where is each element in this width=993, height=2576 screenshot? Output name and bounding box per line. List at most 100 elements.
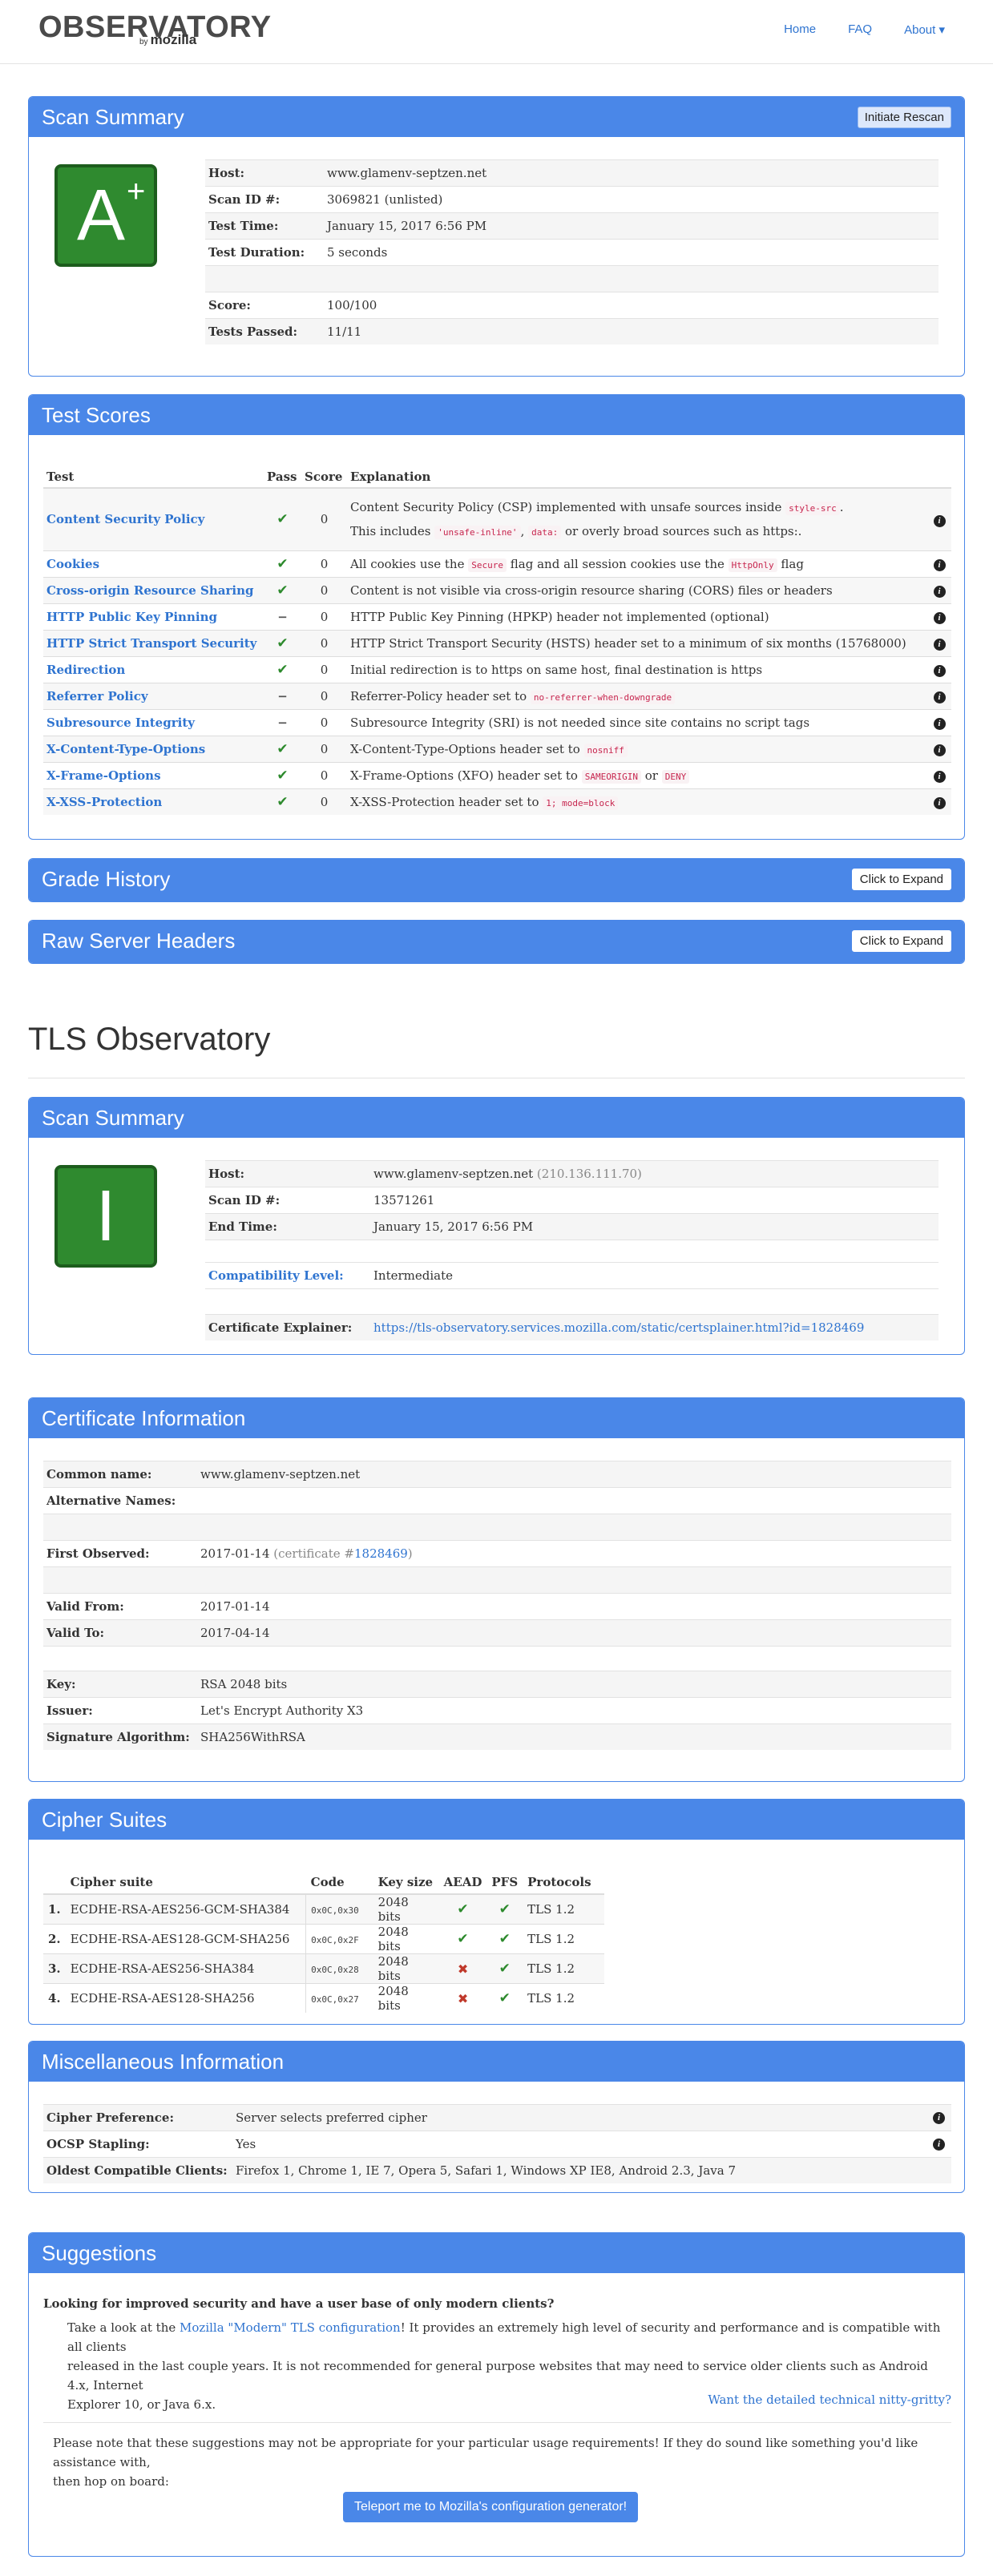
info-icon[interactable]: i — [933, 771, 946, 783]
info-icon[interactable]: i — [933, 586, 946, 598]
certificate-id-link[interactable]: 1828469 — [354, 1546, 408, 1561]
info-icon[interactable]: i — [933, 665, 946, 677]
test-name-link[interactable]: Referrer Policy — [46, 689, 148, 703]
info-icon[interactable]: i — [933, 691, 946, 703]
cipher-protocol: TLS 1.2 — [523, 1953, 604, 1984]
cipher-suites-header: Cipher Suites — [29, 1800, 964, 1840]
nav-about[interactable]: About ▾ — [904, 22, 945, 37]
info-icon[interactable]: i — [933, 718, 946, 730]
suggestion-note: Please note that these suggestions may n… — [53, 2433, 943, 2491]
nav-home[interactable]: Home — [784, 22, 816, 37]
suggestion-question: Looking for improved security and have a… — [43, 2296, 555, 2311]
check-icon: ✔ — [457, 1931, 469, 1947]
info-icon[interactable]: i — [933, 639, 946, 651]
grade-history-title: Grade History — [42, 867, 171, 891]
raw-headers-expand-button[interactable]: Click to Expand — [851, 930, 951, 952]
tls-scan-summary-title: Scan Summary — [42, 1106, 184, 1130]
col-pass: Pass — [264, 466, 301, 489]
cipher-protocol: TLS 1.2 — [523, 1924, 604, 1954]
table-row: Cookies ✔ 0 All cookies use the Secure flag… — [43, 550, 951, 577]
table-row: Content Security Policy ✔ 0 Content Secu… — [43, 487, 951, 550]
test-scores-header: Test Scores — [29, 395, 964, 435]
compatibility-level-link[interactable]: Compatibility Level: — [205, 1268, 373, 1283]
test-name-link[interactable]: Content Security Policy — [46, 512, 204, 526]
grade-history-expand-button[interactable]: Click to Expand — [851, 869, 951, 890]
grade-letter: A — [77, 175, 126, 256]
valid-to-value: 2017-04-14 — [200, 1626, 270, 1640]
cipher-index: 2. — [43, 1924, 66, 1954]
pass-dash-icon: − — [277, 715, 288, 730]
explanation-code: DENY — [661, 769, 690, 784]
test-name-link[interactable]: HTTP Strict Transport Security — [46, 636, 256, 651]
initiate-rescan-button[interactable]: Initiate Rescan — [857, 107, 951, 128]
cert-explainer-link[interactable]: https://tls-observatory.services.mozilla… — [373, 1320, 864, 1335]
valid-from-value: 2017-01-14 — [200, 1599, 270, 1614]
scan-summary-panel: Scan Summary Initiate Rescan A + Host: ww… — [28, 96, 965, 377]
explanation-text: Subresource Integrity (SRI) is not neede… — [350, 715, 810, 730]
cipher-index: 4. — [43, 1983, 66, 2013]
test-name-link[interactable]: Subresource Integrity — [46, 716, 195, 730]
test-name-link[interactable]: Cookies — [46, 557, 99, 571]
table-row: Referrer Policy −0 Referrer-Policy header … — [43, 682, 951, 709]
cipher-preference-value: Server selects preferred cipher — [236, 2110, 427, 2125]
test-name-link[interactable]: X-XSS-Protection — [46, 795, 162, 809]
csp-expl-period: . — [839, 500, 844, 515]
nitty-gritty-link[interactable]: Want the detailed technical nitty-gritty… — [708, 2390, 951, 2409]
summary-label: Scan ID #: — [208, 192, 281, 207]
summary-value: www.glamenv-septzen.net — [327, 166, 487, 180]
explanation-text: Initial redirection is to https on same … — [350, 662, 763, 677]
csp-expl-includes: This includes — [350, 524, 431, 539]
pass-check-icon: ✔ — [277, 740, 289, 757]
test-score: 0 — [301, 487, 347, 550]
test-name-link[interactable]: X-Frame-Options — [46, 768, 161, 783]
col-test: Test — [43, 466, 264, 489]
info-icon[interactable]: i — [933, 559, 946, 571]
test-name-link[interactable]: X-Content-Type-Options — [46, 742, 205, 756]
issuer-label: Issuer: — [46, 1703, 93, 1718]
modern-tls-config-link[interactable]: Mozilla "Modern" TLS configuration — [180, 2320, 401, 2335]
alt-names-label: Alternative Names: — [46, 1494, 176, 1508]
explanation-code: 1; mode=block — [543, 796, 619, 810]
table-row: HTTP Strict Transport Security ✔ 0 HTTP Str… — [43, 629, 951, 656]
test-score: 0 — [301, 708, 347, 736]
test-name-link[interactable]: Cross-origin Resource Sharing — [46, 583, 254, 598]
explanation-code: SAMEORIGIN — [581, 769, 641, 784]
col-score: Score — [301, 466, 347, 489]
suggestion-text: released in the last couple years. It is… — [67, 2359, 928, 2393]
note-text: Please note that these suggestions may n… — [53, 2436, 918, 2469]
test-score: 0 — [301, 629, 347, 656]
misc-info-header: Miscellaneous Information — [29, 2042, 964, 2082]
teleport-config-generator-button[interactable]: Teleport me to Mozilla's configuration g… — [343, 2492, 639, 2522]
cipher-code: 0x0C,0x28 — [311, 1965, 359, 1975]
test-scores-table: Test Pass Score Explanation Content Secu… — [43, 466, 951, 815]
cipher-code: 0x0C,0x27 — [311, 1994, 359, 2005]
explanation-code: HttpOnly — [728, 558, 777, 572]
info-icon[interactable]: i — [933, 744, 946, 756]
pass-check-icon: ✔ — [277, 635, 289, 651]
tls-summary-table: Host: www.glamenv-septzen.net (210.136.11… — [205, 1160, 939, 1340]
nav-faq[interactable]: FAQ — [848, 22, 872, 37]
info-icon[interactable]: i — [933, 2138, 945, 2151]
test-name-link[interactable]: Redirection — [46, 663, 125, 677]
cert-explainer-label: Certificate Explainer: — [208, 1320, 353, 1335]
misc-info-table: Cipher Preference: Server selects preferr… — [43, 2104, 951, 2183]
scan-id-label: Scan ID #: — [208, 1193, 281, 1207]
info-icon[interactable]: i — [933, 2111, 945, 2124]
col-explanation: Explanation — [347, 466, 927, 489]
tls-observatory-title: TLS Observatory — [28, 1022, 271, 1057]
cipher-protocol: TLS 1.2 — [523, 1893, 604, 1925]
explanation-text: flag and all session cookies use the — [510, 556, 725, 571]
first-observed-value: 2017-01-14 — [200, 1546, 270, 1561]
cipher-index: 1. — [43, 1893, 66, 1925]
tls-scan-summary-panel: Scan Summary I Host: www.glamenv-septzen.… — [28, 1097, 965, 1355]
col-protocols: Protocols — [523, 1870, 604, 1895]
host-label: Host: — [208, 1167, 245, 1181]
first-observed-paren: (certificate # — [273, 1546, 354, 1561]
info-icon[interactable]: i — [933, 514, 946, 527]
pass-check-icon: ✔ — [277, 661, 289, 678]
misc-info-panel: Miscellaneous Information Cipher Prefere… — [28, 2041, 965, 2193]
info-icon[interactable]: i — [933, 797, 946, 810]
test-explanation: Initial redirection is to https on same … — [347, 655, 927, 683]
test-name-link[interactable]: HTTP Public Key Pinning — [46, 610, 217, 624]
info-icon[interactable]: i — [933, 612, 946, 624]
